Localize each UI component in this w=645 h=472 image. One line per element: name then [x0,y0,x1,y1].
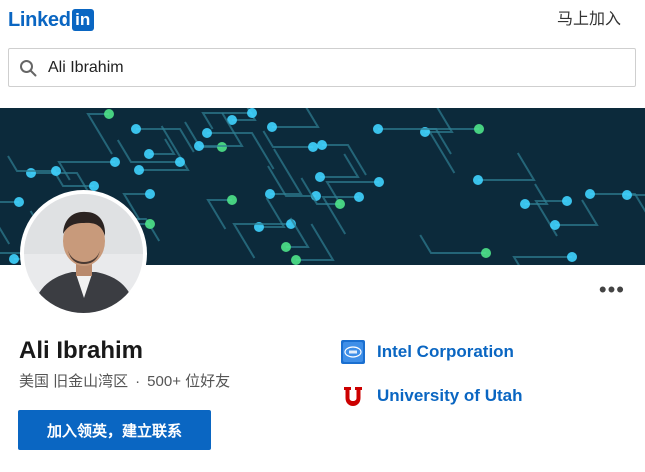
profile-name: Ali Ibrahim [19,337,144,364]
logo-wordmark: Linked [8,9,71,31]
join-now-link[interactable]: 马上加入 [557,10,621,30]
intel-logo-icon [341,340,365,364]
profile-photo [24,194,143,313]
linkedin-logo[interactable]: Linked in [8,9,94,31]
org-intel[interactable]: Intel Corporation [341,340,514,364]
search-icon [20,59,37,76]
avatar[interactable] [20,190,147,317]
search-bar[interactable] [8,48,636,87]
org-utah[interactable]: University of Utah [341,384,522,408]
profile-meta: 美国 旧金山湾区 · 500+ 位好友 [19,372,230,392]
more-options-button[interactable]: ••• [599,279,625,301]
profile-connections: 500+ 位好友 [147,373,231,390]
meta-separator: · [135,373,141,390]
search-input[interactable] [48,52,608,83]
utah-u-logo-icon [341,384,365,408]
org-name-utah: University of Utah [377,386,523,405]
profile-location: 美国 旧金山湾区 [19,373,129,390]
org-name-intel: Intel Corporation [377,342,514,361]
join-to-connect-button[interactable]: 加入领英，建立联系 [18,410,211,450]
logo-in-badge: in [71,9,94,31]
